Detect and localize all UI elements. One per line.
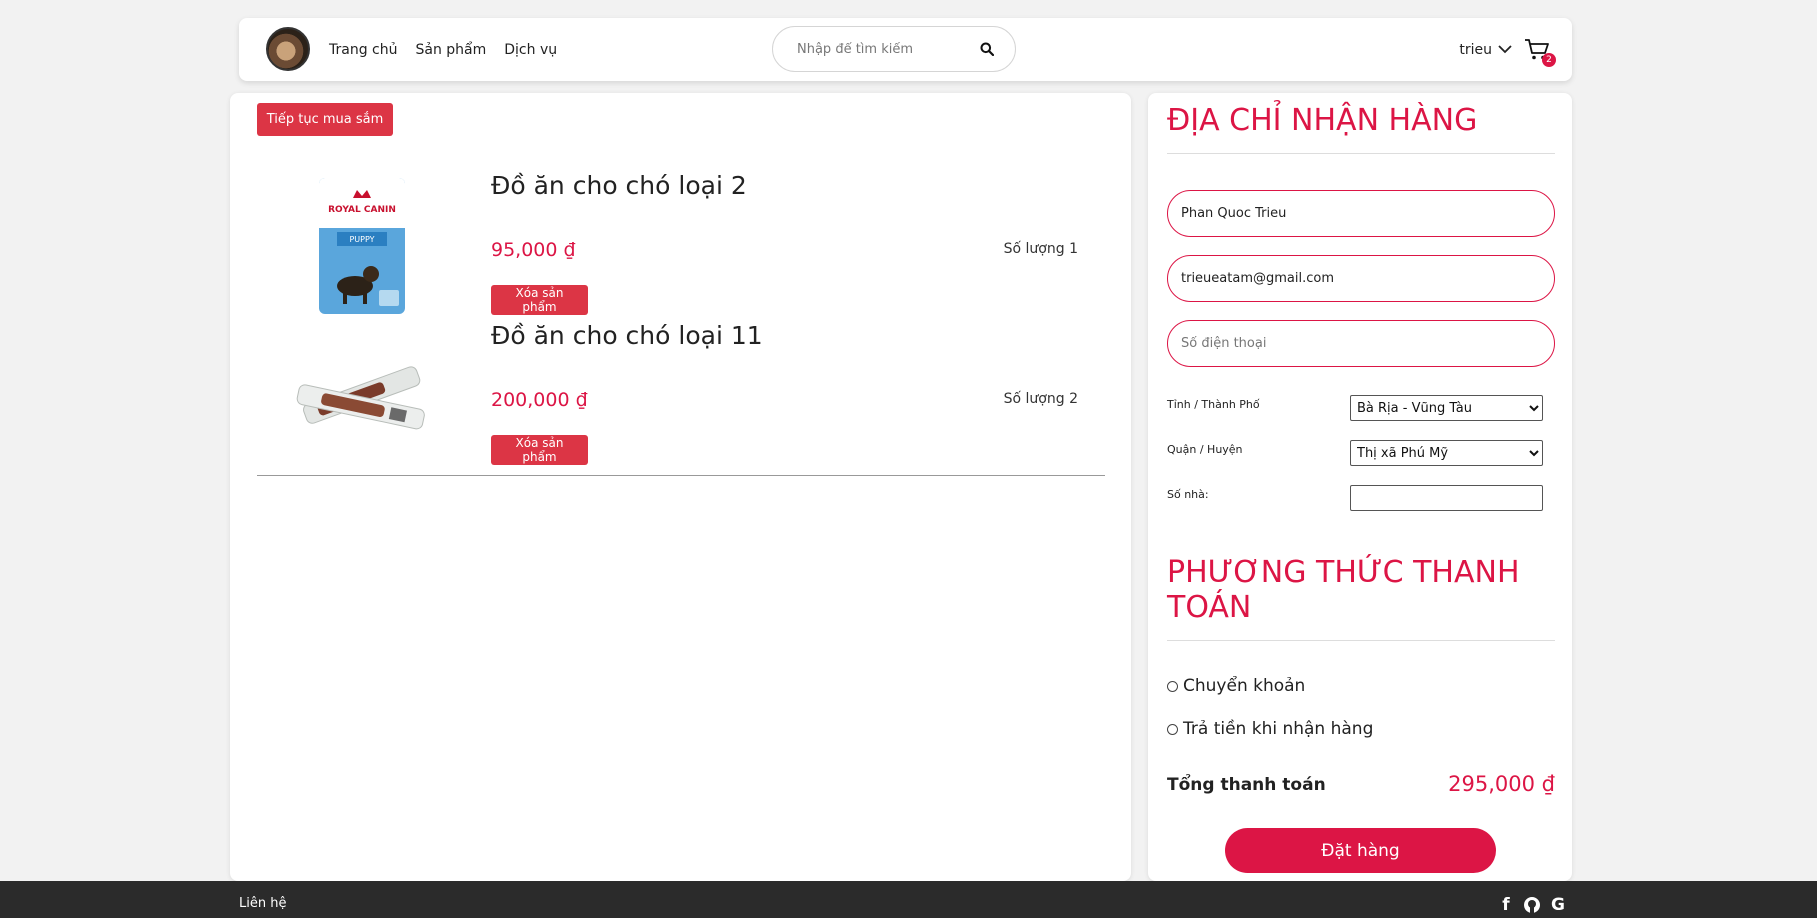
product-brand-text: ROYAL CANIN <box>328 205 396 215</box>
search-box <box>772 26 1016 72</box>
chevron-down-icon <box>1498 42 1512 58</box>
divider <box>1167 153 1555 154</box>
product-quantity: Số lượng 2 <box>1003 391 1078 407</box>
radio-button[interactable] <box>1167 723 1178 735</box>
cart-panel: Tiếp tục mua sắm ROYAL CANIN PUPPY Đồ ăn… <box>230 93 1131 881</box>
email-field[interactable] <box>1167 255 1555 302</box>
cart-count-badge: 2 <box>1542 53 1556 67</box>
site-logo[interactable] <box>266 27 310 71</box>
main-nav: Trang chủ Sản phẩm Dịch vụ <box>329 18 557 81</box>
payment-option-label: Chuyển khoản <box>1183 676 1306 696</box>
product-sub-text: PUPPY <box>349 235 374 244</box>
product-price: 200,000 ₫ <box>491 389 588 411</box>
fullname-field[interactable] <box>1167 190 1555 237</box>
street-field[interactable] <box>1350 485 1543 511</box>
province-select[interactable]: Bà Rịa - Vũng Tàu <box>1350 395 1543 421</box>
product-price: 95,000 ₫ <box>491 239 576 261</box>
site-header: Trang chủ Sản phẩm Dịch vụ trieu 2 <box>239 18 1572 81</box>
cart-item: Đồ ăn cho chó loại 11 200,000 ₫ Số lượng… <box>257 321 1105 471</box>
nav-products-link[interactable]: Sản phẩm <box>415 42 486 58</box>
divider <box>1167 640 1555 641</box>
user-menu[interactable]: trieu <box>1459 18 1512 81</box>
divider <box>257 475 1105 476</box>
facebook-icon[interactable]: f <box>1496 894 1516 916</box>
cart-button[interactable]: 2 <box>1524 37 1556 67</box>
checkout-panel: ĐỊA CHỈ NHẬN HÀNG Tỉnh / Thành Phố Bà Rị… <box>1148 93 1572 881</box>
payment-option-transfer[interactable]: Chuyển khoản <box>1167 676 1305 696</box>
search-input[interactable] <box>795 40 975 58</box>
district-select[interactable]: Thị xã Phú Mỹ <box>1350 440 1543 466</box>
product-name[interactable]: Đồ ăn cho chó loại 11 <box>491 321 763 350</box>
payment-title: PHƯƠNG THỨC THANH TOÁN <box>1167 555 1520 625</box>
address-title: ĐỊA CHỈ NHẬN HÀNG <box>1167 103 1478 138</box>
footer-contact-link[interactable]: Liên hệ <box>239 896 286 911</box>
product-image: ROYAL CANIN PUPPY <box>287 171 437 321</box>
search-icon[interactable] <box>975 37 999 61</box>
remove-item-button[interactable]: Xóa sản phẩm <box>491 285 588 315</box>
username-label: trieu <box>1459 41 1492 58</box>
google-icon[interactable]: G <box>1548 894 1568 916</box>
place-order-button[interactable]: Đặt hàng <box>1225 828 1496 873</box>
province-label: Tỉnh / Thành Phố <box>1167 398 1260 411</box>
nav-services-link[interactable]: Dịch vụ <box>504 42 557 58</box>
continue-shopping-button[interactable]: Tiếp tục mua sắm <box>257 103 393 136</box>
total-value: 295,000 ₫ <box>1448 772 1555 796</box>
nav-home-link[interactable]: Trang chủ <box>329 42 397 58</box>
product-name[interactable]: Đồ ăn cho chó loại 2 <box>491 171 747 200</box>
district-label: Quận / Huyện <box>1167 443 1243 456</box>
github-icon[interactable] <box>1522 894 1542 916</box>
social-links: f G <box>1496 894 1568 916</box>
phone-field[interactable] <box>1167 320 1555 367</box>
remove-item-button[interactable]: Xóa sản phẩm <box>491 435 588 465</box>
product-image <box>287 321 437 471</box>
total-label: Tổng thanh toán <box>1167 775 1326 795</box>
radio-button[interactable] <box>1167 680 1178 692</box>
street-label: Số nhà: <box>1167 488 1209 501</box>
cart-item: ROYAL CANIN PUPPY Đồ ăn cho chó loại 2 9… <box>257 171 1105 321</box>
payment-option-label: Trả tiền khi nhận hàng <box>1183 719 1374 739</box>
product-quantity: Số lượng 1 <box>1003 241 1078 257</box>
site-footer: Liên hệ f G <box>0 881 1817 918</box>
payment-option-cod[interactable]: Trả tiền khi nhận hàng <box>1167 719 1373 739</box>
